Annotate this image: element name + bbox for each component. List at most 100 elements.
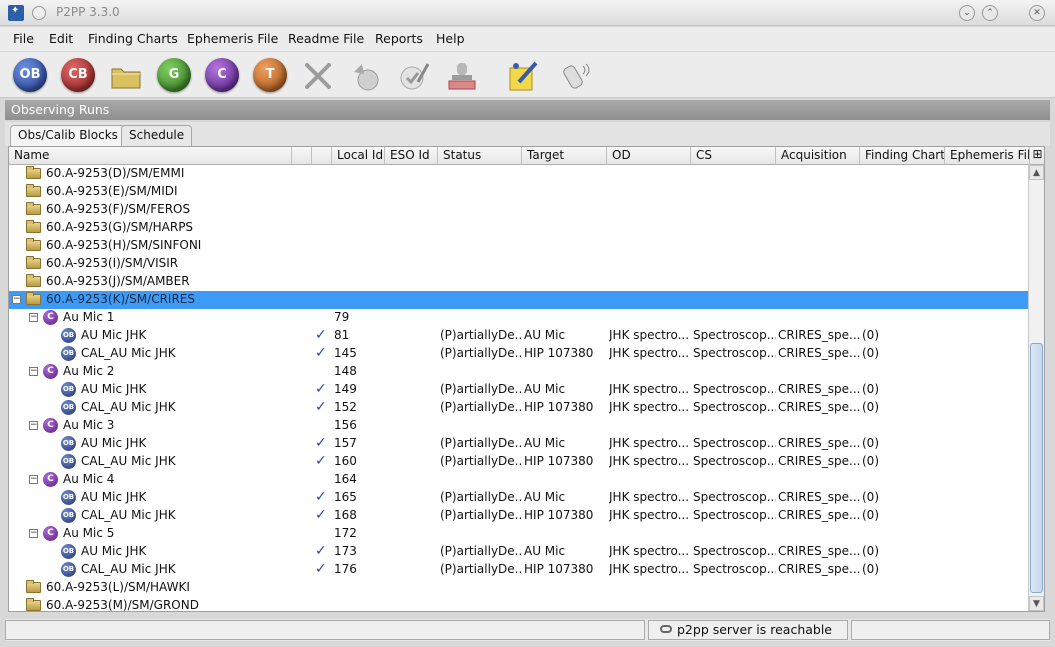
folder-row[interactable]: 60.A-9253(D)/SM/EMMI xyxy=(9,165,1029,183)
new-ob-button[interactable]: OB xyxy=(13,58,47,92)
ob-row[interactable]: OB CAL_AU Mic JHK ✓ 176 (P)artiallyDe... HIP … xyxy=(9,561,1029,579)
ob-row[interactable]: OB AU Mic JHK ✓ 165 (P)artiallyDe... AU Mic JH… xyxy=(9,489,1029,507)
folder-row[interactable]: 60.A-9253(H)/SM/SINFONI xyxy=(9,237,1029,255)
row-local-id: 160 xyxy=(334,454,357,468)
menu-readme-file[interactable]: Readme File xyxy=(288,31,364,46)
scroll-down-icon[interactable]: ▼ xyxy=(1029,596,1044,611)
menu-reports[interactable]: Reports xyxy=(375,31,423,46)
column-chooser-icon[interactable]: ⊞ xyxy=(1030,147,1044,165)
scroll-up-icon[interactable]: ▲ xyxy=(1029,165,1044,180)
menu-finding-charts[interactable]: Finding Charts xyxy=(88,31,178,46)
maximize-button[interactable]: ⌃ xyxy=(982,5,998,21)
row-cs: Spectroscop... xyxy=(693,490,776,504)
row-cs: Spectroscop... xyxy=(693,382,776,396)
menu-edit[interactable]: Edit xyxy=(49,31,73,46)
row-name: 60.A-9253(H)/SM/SINFONI xyxy=(46,238,202,252)
ob-row[interactable]: OB AU Mic JHK ✓ 81 (P)artiallyDe... AU Mic JHK… xyxy=(9,327,1029,345)
collapse-toggle-icon[interactable]: − xyxy=(29,475,38,484)
collapse-toggle-icon[interactable]: − xyxy=(29,313,38,322)
col-local-id[interactable]: Local Id xyxy=(332,147,385,165)
new-template-button[interactable]: T xyxy=(253,58,287,92)
container-row[interactable]: − C Au Mic 4 164 xyxy=(9,471,1029,489)
container-icon: C xyxy=(43,364,58,379)
menu-help[interactable]: Help xyxy=(436,31,465,46)
new-cb-button[interactable]: CB xyxy=(61,58,95,92)
checked-icon: ✓ xyxy=(315,345,327,361)
row-name: CAL_AU Mic JHK xyxy=(81,562,176,576)
folder-row[interactable]: 60.A-9253(M)/SM/GROND xyxy=(9,597,1029,611)
folder-row[interactable]: 60.A-9253(L)/SM/HAWKI xyxy=(9,579,1029,597)
folder-row[interactable]: − 60.A-9253(K)/SM/CRIRES xyxy=(9,291,1029,309)
title-bar: P2PP 3.3.0 ⌄ ⌃ ✕ xyxy=(0,0,1055,26)
check-button[interactable] xyxy=(398,60,430,92)
container-row[interactable]: − C Au Mic 2 148 xyxy=(9,363,1029,381)
stamp-icon xyxy=(448,63,476,90)
checked-icon: ✓ xyxy=(315,327,327,343)
row-local-id: 152 xyxy=(334,400,357,414)
collapse-toggle-icon[interactable]: − xyxy=(12,295,21,304)
connect-button[interactable] xyxy=(561,60,593,92)
row-cs: Spectroscop... xyxy=(693,544,776,558)
row-name: Au Mic 1 xyxy=(63,310,115,324)
tab-schedule[interactable]: Schedule xyxy=(121,125,193,146)
app-icon[interactable] xyxy=(8,5,24,21)
col-eso-id[interactable]: ESO Id xyxy=(385,147,438,165)
menu-bar: File Edit Finding Charts Ephemeris File … xyxy=(0,27,1055,51)
ob-row[interactable]: OB CAL_AU Mic JHK ✓ 160 (P)artiallyDe... HIP … xyxy=(9,453,1029,471)
scroll-thumb[interactable] xyxy=(1030,343,1043,593)
row-name: 60.A-9253(I)/SM/VISIR xyxy=(46,256,179,270)
row-local-id: 81 xyxy=(334,328,350,342)
row-status: (P)artiallyDe... xyxy=(440,400,522,414)
row-name: 60.A-9253(L)/SM/HAWKI xyxy=(46,580,190,594)
ob-row[interactable]: OB AU Mic JHK ✓ 157 (P)artiallyDe... AU Mic JH… xyxy=(9,435,1029,453)
ob-icon: OB xyxy=(61,436,76,451)
folder-row[interactable]: 60.A-9253(I)/SM/VISIR xyxy=(9,255,1029,273)
new-container-button[interactable]: C xyxy=(205,58,239,92)
col-check[interactable] xyxy=(312,147,332,165)
refresh-button[interactable] xyxy=(350,60,382,92)
tab-obs-calib-blocks[interactable]: Obs/Calib Blocks xyxy=(10,125,126,146)
ob-icon: OB xyxy=(61,562,76,577)
folder-button[interactable] xyxy=(110,60,142,92)
col-cs[interactable]: CS xyxy=(691,147,776,165)
row-local-id: 176 xyxy=(334,562,357,576)
pin-icon[interactable] xyxy=(32,6,46,20)
collapse-toggle-icon[interactable]: − xyxy=(29,421,38,430)
ob-row[interactable]: OB AU Mic JHK ✓ 173 (P)artiallyDe... AU Mic JH… xyxy=(9,543,1029,561)
delete-button[interactable] xyxy=(302,60,334,92)
folder-row[interactable]: 60.A-9253(E)/SM/MIDI xyxy=(9,183,1029,201)
ob-row[interactable]: OB CAL_AU Mic JHK ✓ 145 (P)artiallyDe... HIP … xyxy=(9,345,1029,363)
folder-row[interactable]: 60.A-9253(J)/SM/AMBER xyxy=(9,273,1029,291)
minimize-button[interactable]: ⌄ xyxy=(959,5,975,21)
vertical-scrollbar[interactable]: ▲ ▼ xyxy=(1028,165,1044,611)
collapse-toggle-icon[interactable]: − xyxy=(29,529,38,538)
col-ephemeris-file[interactable]: Ephemeris File xyxy=(945,147,1030,165)
row-od: JHK spectro... xyxy=(609,400,690,414)
menu-file[interactable]: File xyxy=(13,31,34,46)
folder-row[interactable]: 60.A-9253(F)/SM/FEROS xyxy=(9,201,1029,219)
row-name: AU Mic JHK xyxy=(81,436,147,450)
collapse-toggle-icon[interactable]: − xyxy=(29,367,38,376)
col-acquisition[interactable]: Acquisition xyxy=(776,147,860,165)
edit-note-button[interactable] xyxy=(507,60,539,92)
container-row[interactable]: − C Au Mic 1 79 xyxy=(9,309,1029,327)
container-row[interactable]: − C Au Mic 3 156 xyxy=(9,417,1029,435)
new-group-button[interactable]: G xyxy=(157,58,191,92)
col-name[interactable]: Name xyxy=(9,147,292,165)
row-name: 60.A-9253(E)/SM/MIDI xyxy=(46,184,178,198)
row-name: CAL_AU Mic JHK xyxy=(81,400,176,414)
col-target[interactable]: Target xyxy=(522,147,607,165)
container-row[interactable]: − C Au Mic 5 172 xyxy=(9,525,1029,543)
certify-button[interactable] xyxy=(446,60,478,92)
col-od[interactable]: OD xyxy=(607,147,691,165)
folder-row[interactable]: 60.A-9253(G)/SM/HARPS xyxy=(9,219,1029,237)
close-button[interactable]: ✕ xyxy=(1029,5,1045,21)
ob-row[interactable]: OB CAL_AU Mic JHK ✓ 168 (P)artiallyDe... HIP … xyxy=(9,507,1029,525)
ob-row[interactable]: OB CAL_AU Mic JHK ✓ 152 (P)artiallyDe... HIP … xyxy=(9,399,1029,417)
col-flag[interactable] xyxy=(292,147,312,165)
checked-icon: ✓ xyxy=(315,453,327,469)
menu-ephemeris-file[interactable]: Ephemeris File xyxy=(187,31,278,46)
ob-row[interactable]: OB AU Mic JHK ✓ 149 (P)artiallyDe... AU Mic JH… xyxy=(9,381,1029,399)
col-finding-charts[interactable]: Finding Charts xyxy=(860,147,945,165)
col-status[interactable]: Status xyxy=(438,147,522,165)
